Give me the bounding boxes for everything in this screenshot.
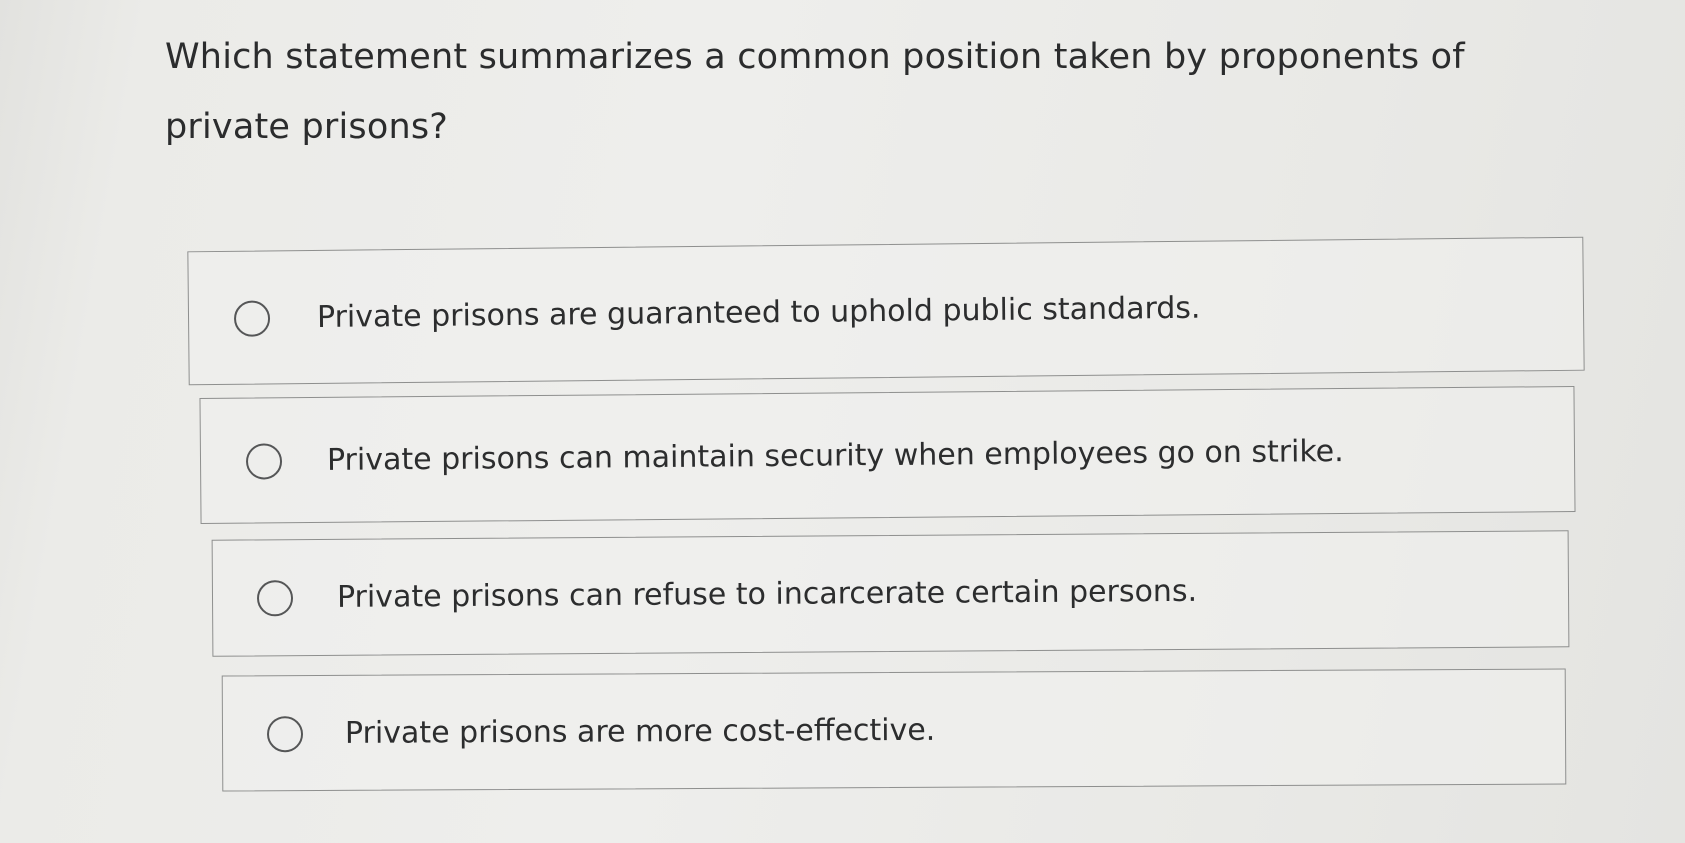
radio-button-icon[interactable] (233, 300, 271, 337)
quiz-page: Which statement summarizes a common posi… (0, 0, 1685, 843)
answer-option-1[interactable]: Private prisons are guaranteed to uphold… (187, 236, 1585, 386)
answer-option-label: Private prisons can maintain security wh… (326, 434, 1344, 478)
radio-button-icon[interactable] (266, 716, 304, 753)
answer-option-2[interactable]: Private prisons can maintain security wh… (199, 386, 1576, 524)
radio-button-icon[interactable] (245, 443, 283, 480)
answer-option-label: Private prisons are more cost-effective. (344, 712, 936, 751)
answer-option-label: Private prisons can refuse to incarcerat… (336, 573, 1198, 615)
answer-option-3[interactable]: Private prisons can refuse to incarcerat… (211, 530, 1570, 657)
answer-options: Private prisons are guaranteed to uphold… (0, 0, 1685, 843)
answer-option-label: Private prisons are guaranteed to uphold… (316, 290, 1201, 335)
radio-button-icon[interactable] (256, 580, 294, 617)
answer-option-4[interactable]: Private prisons are more cost-effective. (221, 668, 1567, 792)
